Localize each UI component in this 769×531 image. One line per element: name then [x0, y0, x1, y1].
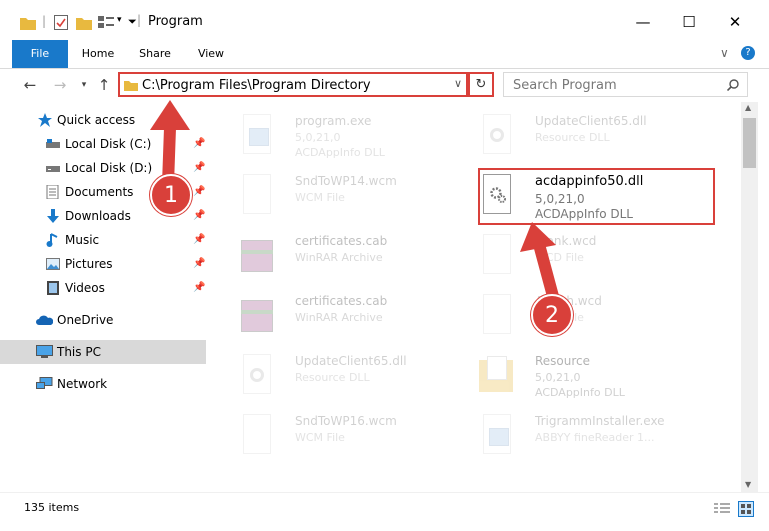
- callout-1: 1: [150, 174, 192, 216]
- annotation-arrows: [150, 100, 560, 306]
- arrow-2: [520, 222, 560, 306]
- arrow-1: [150, 100, 190, 190]
- callout-2: 2: [531, 294, 573, 336]
